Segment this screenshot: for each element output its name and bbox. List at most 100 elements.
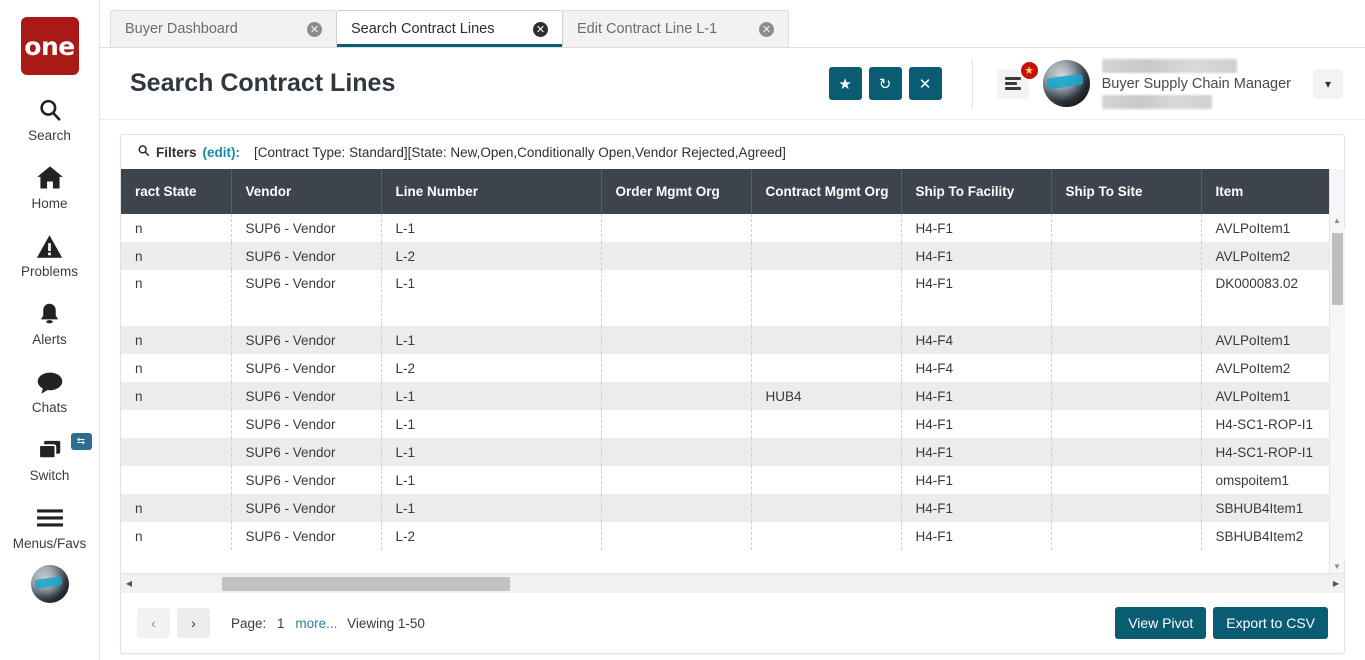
cell-line-number[interactable]: L-1 — [381, 326, 601, 354]
table-row[interactable]: nSUP6 - VendorL-2H4-F1SBHUB4Item2 — [121, 522, 1329, 550]
cell-line-number[interactable]: L-1 — [381, 438, 601, 466]
cell-vendor: SUP6 - Vendor — [231, 242, 381, 270]
sidebar-item-chats[interactable]: Chats — [0, 367, 100, 415]
scroll-right-arrow-icon[interactable]: ▶ — [1328, 579, 1344, 588]
col-vendor[interactable]: Vendor — [231, 169, 381, 214]
menus-favs-button[interactable]: ★ — [997, 69, 1029, 99]
cell-line-number[interactable]: L-2 — [381, 522, 601, 550]
page-header: Search Contract Lines ★ ↻ ✕ ★ — [100, 48, 1365, 120]
scroll-left-arrow-icon[interactable]: ◀ — [121, 579, 137, 588]
filters-edit-link[interactable]: (edit): — [203, 145, 241, 160]
user-menu-chevron-down-icon[interactable]: ▾ — [1313, 69, 1343, 99]
cell-line-number[interactable]: L-1 — [381, 410, 601, 438]
col-contract-state[interactable]: ract State — [121, 169, 231, 214]
cell-item: AVLPoItem1 — [1201, 382, 1329, 410]
favorite-button[interactable]: ★ — [829, 67, 862, 100]
cell-order-mgmt-org — [601, 410, 751, 438]
table-row[interactable]: nSUP6 - VendorL-1HUB4H4-F1AVLPoItem1 — [121, 382, 1329, 410]
table-row[interactable]: SUP6 - VendorL-1H4-F1H4-SC1-ROP-I1 — [121, 438, 1329, 466]
filters-values: [Contract Type: Standard][State: New,Ope… — [254, 145, 786, 160]
tab-label: Edit Contract Line L-1 — [577, 21, 717, 37]
sidebar-item-home[interactable]: Home — [0, 163, 100, 211]
close-circle-icon[interactable]: ✕ — [759, 22, 774, 37]
table-row[interactable]: SUP6 - VendorL-1H4-F1H4-SC1-ROP-I1 — [121, 410, 1329, 438]
cell-item: H4-SC1-ROP-I1 — [1201, 410, 1329, 438]
sidebar-item-alerts[interactable]: Alerts — [0, 299, 100, 347]
scroll-up-arrow-icon[interactable]: ▲ — [1333, 214, 1341, 227]
vertical-scroll-thumb[interactable] — [1332, 233, 1343, 305]
col-line-number[interactable]: Line Number — [381, 169, 601, 214]
results-card: Filters (edit): [Contract Type: Standard… — [120, 134, 1345, 654]
viewing-range: Viewing 1-50 — [347, 616, 425, 631]
cell-ship-to-facility: H4-F1 — [901, 270, 1051, 326]
table-row[interactable]: nSUP6 - VendorL-1H4-F1DK000083.02 — [121, 270, 1329, 326]
cell-contract-mgmt-org — [751, 410, 901, 438]
scroll-down-arrow-icon[interactable]: ▼ — [1333, 560, 1341, 573]
vertical-scroll-track[interactable] — [1330, 227, 1345, 560]
grid-footer: ‹ › Page: 1 more... Viewing 1-50 View Pi… — [121, 593, 1344, 653]
cell-line-number[interactable]: L-1 — [381, 466, 601, 494]
cell-contract-mgmt-org — [751, 466, 901, 494]
table-row[interactable]: nSUP6 - VendorL-2H4-F1AVLPoItem2 — [121, 242, 1329, 270]
rail-avatar[interactable] — [31, 565, 69, 603]
horizontal-scroll-track[interactable] — [137, 574, 1328, 594]
col-contract-mgmt-org[interactable]: Contract Mgmt Org — [751, 169, 901, 214]
col-ship-to-site[interactable]: Ship To Site — [1051, 169, 1201, 214]
main-region: Buyer Dashboard ✕ Search Contract Lines … — [100, 0, 1365, 660]
horizontal-scrollbar[interactable]: ◀ ▶ — [121, 573, 1344, 593]
prev-page-button[interactable]: ‹ — [137, 608, 170, 638]
export-to-csv-button[interactable]: Export to CSV — [1213, 607, 1328, 639]
cell-line-number[interactable]: L-1 — [381, 494, 601, 522]
horizontal-scroll-thumb[interactable] — [222, 577, 510, 591]
page-number[interactable]: 1 — [277, 616, 285, 631]
page-label: Page: — [231, 616, 266, 631]
filters-bar: Filters (edit): [Contract Type: Standard… — [121, 135, 1344, 169]
cell-order-mgmt-org — [601, 270, 751, 326]
cell-contract-mgmt-org — [751, 494, 901, 522]
sidebar-item-problems[interactable]: Problems — [0, 231, 100, 279]
cell-line-number[interactable]: L-1 — [381, 382, 601, 410]
cell-contract-mgmt-org — [751, 242, 901, 270]
cell-ship-to-site — [1051, 270, 1201, 326]
cell-order-mgmt-org — [601, 438, 751, 466]
close-circle-icon[interactable]: ✕ — [307, 22, 322, 37]
grid-viewport[interactable]: ract State Vendor Line Number Order Mgmt… — [121, 169, 1329, 573]
cell-contract-state: n — [121, 270, 231, 326]
cell-contract-state: n — [121, 382, 231, 410]
cell-line-number[interactable]: L-1 — [381, 270, 601, 326]
tab-buyer-dashboard[interactable]: Buyer Dashboard ✕ — [110, 10, 337, 47]
sidebar-item-search[interactable]: Search — [0, 95, 100, 143]
more-pages-link[interactable]: more... — [295, 616, 337, 631]
table-row[interactable]: nSUP6 - VendorL-1H4-F1SBHUB4Item1 — [121, 494, 1329, 522]
cell-line-number[interactable]: L-1 — [381, 214, 601, 242]
col-ship-to-facility[interactable]: Ship To Facility — [901, 169, 1051, 214]
cell-contract-mgmt-org — [751, 354, 901, 382]
close-circle-icon[interactable]: ✕ — [533, 22, 548, 37]
swap-arrows-icon[interactable]: ⇆ — [71, 433, 92, 450]
cell-line-number[interactable]: L-2 — [381, 242, 601, 270]
sidebar-item-label: Chats — [32, 400, 67, 415]
refresh-button[interactable]: ↻ — [869, 67, 902, 100]
vertical-scrollbar[interactable]: ▲ ▼ — [1329, 169, 1344, 573]
one-logo[interactable]: one — [21, 17, 79, 75]
cell-contract-mgmt-org — [751, 522, 901, 550]
tab-edit-contract-line[interactable]: Edit Contract Line L-1 ✕ — [562, 10, 789, 47]
cell-line-number[interactable]: L-2 — [381, 354, 601, 382]
next-page-button[interactable]: › — [177, 608, 210, 638]
cell-item: omspoitem1 — [1201, 466, 1329, 494]
table-row[interactable]: SUP6 - VendorL-1H4-F1omspoitem1 — [121, 466, 1329, 494]
col-order-mgmt-org[interactable]: Order Mgmt Org — [601, 169, 751, 214]
star-icon: ★ — [838, 75, 851, 93]
view-pivot-button[interactable]: View Pivot — [1115, 607, 1206, 639]
sidebar-item-menus-favs[interactable]: Menus/Favs — [0, 503, 100, 551]
cell-order-mgmt-org — [601, 522, 751, 550]
avatar[interactable] — [1043, 60, 1090, 107]
table-row[interactable]: nSUP6 - VendorL-1H4-F1AVLPoItem1 — [121, 214, 1329, 242]
col-item[interactable]: Item — [1201, 169, 1329, 214]
sidebar-item-switch[interactable]: ⇆ Switch — [0, 435, 100, 483]
table-row[interactable]: nSUP6 - VendorL-1H4-F4AVLPoItem1 — [121, 326, 1329, 354]
cell-contract-state: n — [121, 522, 231, 550]
tab-search-contract-lines[interactable]: Search Contract Lines ✕ — [336, 10, 563, 47]
close-button[interactable]: ✕ — [909, 67, 942, 100]
table-row[interactable]: nSUP6 - VendorL-2H4-F4AVLPoItem2 — [121, 354, 1329, 382]
